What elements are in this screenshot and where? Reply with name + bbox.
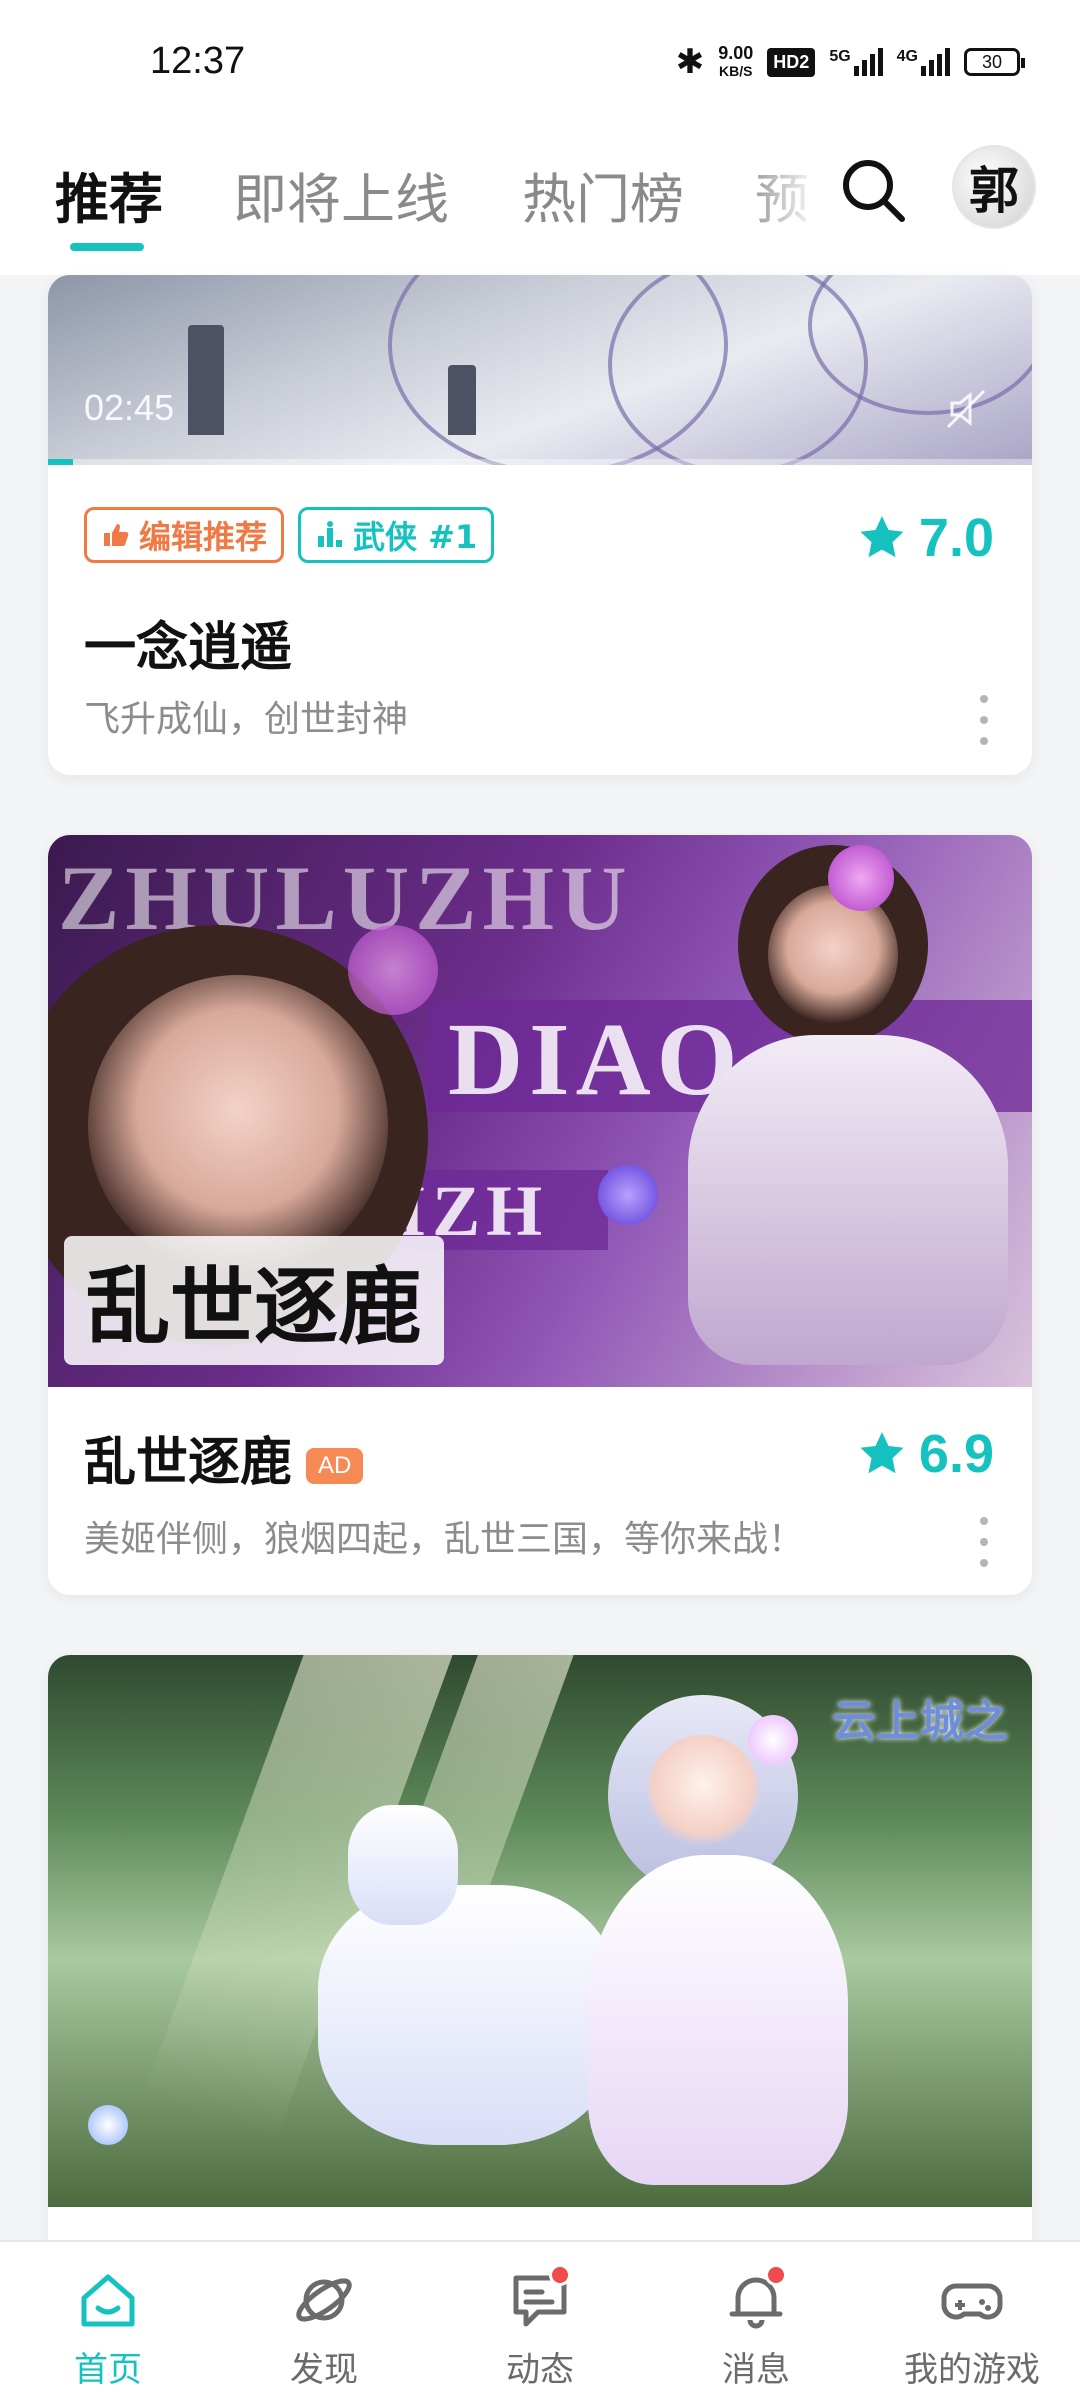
video-progress-bar[interactable] xyxy=(48,459,1032,465)
signal-4g-label: 4G xyxy=(896,48,918,65)
tag-list: 编辑推荐 武侠 #1 xyxy=(84,507,495,563)
banner-text-top: ZHULUZHU xyxy=(58,847,633,949)
game-rating: 6.9 xyxy=(857,1423,994,1485)
status-icons: ✱ 9.00 KB/S HD2 5G 4G 30 xyxy=(675,42,1025,82)
game-rating: 7.0 xyxy=(857,507,994,569)
gamepad-icon xyxy=(941,2283,1003,2320)
game-logo: 乱世逐鹿 xyxy=(64,1236,445,1365)
top-nav: 推荐 即将上线 热门榜 预 郭 xyxy=(0,135,1080,275)
nav-home-label: 首页 xyxy=(74,2350,142,2390)
game-banner[interactable]: 云上城之 xyxy=(48,1655,1032,2207)
game-title[interactable]: 乱世逐鹿 AD xyxy=(84,1420,364,1495)
notification-dot xyxy=(765,2264,787,2286)
bottom-nav: 首页 发现 动态 消息 我的游戏 xyxy=(0,2240,1080,2400)
game-banner[interactable]: ZHULUZHU DIAO LUANSHIZH 乱世逐鹿 xyxy=(48,835,1032,1387)
nav-messages-label: 消息 xyxy=(722,2350,790,2390)
video-progress-fill xyxy=(48,459,73,465)
game-logo: 云上城之 xyxy=(832,1696,1008,1747)
signal-5g-icon: 5G xyxy=(829,48,883,76)
game-video-thumbnail[interactable]: 02:45 xyxy=(48,275,1032,465)
more-options-button[interactable] xyxy=(974,1517,994,1567)
tag-editor-pick-label: 编辑推荐 xyxy=(139,518,268,556)
rating-value: 7.0 xyxy=(918,508,994,568)
game-description: 飞升成仙，创世封神 xyxy=(84,699,409,740)
tag-wuxia-rank-label: 武侠 #1 xyxy=(353,518,478,556)
active-tab-indicator xyxy=(70,243,144,251)
nav-feed-label: 动态 xyxy=(506,2350,574,2390)
game-description: 美姬伴侧，狼烟四起，乱世三国，等你来战！ xyxy=(84,1519,805,1560)
more-options-button[interactable] xyxy=(974,695,994,745)
search-icon xyxy=(843,160,905,222)
game-title[interactable]: 一念逍遥 xyxy=(84,605,292,680)
rating-value: 6.9 xyxy=(918,1424,994,1484)
tag-editor-pick[interactable]: 编辑推荐 xyxy=(84,507,285,563)
nav-discover[interactable]: 发现 xyxy=(216,2242,432,2400)
nav-discover-label: 发现 xyxy=(290,2350,358,2390)
star-icon xyxy=(860,516,904,558)
signal-5g-label: 5G xyxy=(829,48,851,65)
ad-badge: AD xyxy=(306,1448,364,1484)
game-card-yunshangcheng[interactable]: 云上城之 xyxy=(48,1655,1032,2295)
home-icon xyxy=(81,2274,135,2327)
nav-feed[interactable]: 动态 xyxy=(432,2242,648,2400)
nav-my-games[interactable]: 我的游戏 xyxy=(864,2242,1080,2400)
nav-home[interactable]: 首页 xyxy=(0,2242,216,2400)
star-icon xyxy=(860,1432,904,1474)
network-speed-unit: KB/S xyxy=(719,63,753,79)
signal-4g-icon: 4G xyxy=(897,48,950,76)
rank-icon xyxy=(318,521,343,547)
network-speed: 9.00 KB/S xyxy=(718,44,753,80)
game-title-text: 乱世逐鹿 xyxy=(84,1433,293,1493)
nav-my-games-label: 我的游戏 xyxy=(904,2350,1040,2390)
network-speed-value: 9.00 xyxy=(718,43,754,63)
tab-hot-list[interactable]: 热门榜 xyxy=(522,155,684,234)
video-duration: 02:45 xyxy=(84,387,175,428)
search-button[interactable] xyxy=(838,155,908,225)
tab-scroll-fade xyxy=(740,135,840,275)
status-bar: 12:37 ✱ 9.00 KB/S HD2 5G 4G 30 xyxy=(0,0,1080,135)
battery-icon: 30 xyxy=(964,48,1025,76)
status-time: 12:37 xyxy=(150,40,246,82)
notification-dot xyxy=(549,2264,571,2286)
planet-icon xyxy=(296,2278,352,2322)
tab-coming-soon[interactable]: 即将上线 xyxy=(233,155,449,234)
avatar[interactable]: 郭 xyxy=(952,145,1036,229)
nav-messages[interactable]: 消息 xyxy=(648,2242,864,2400)
game-card-luanshizhulu[interactable]: ZHULUZHU DIAO LUANSHIZH 乱世逐鹿 乱世逐鹿AD 6.9 … xyxy=(48,835,1032,1595)
game-card-yinianxiaoyao[interactable]: 02:45 编辑推荐 武侠 #1 7.0 一念逍遥 飞升成仙，创世封神 xyxy=(48,275,1032,775)
banner-text-mid: DIAO xyxy=(448,1002,744,1117)
thumbs-up-icon xyxy=(104,524,129,546)
tag-wuxia-rank[interactable]: 武侠 #1 xyxy=(298,507,495,563)
tab-recommend[interactable]: 推荐 xyxy=(55,155,163,234)
hd-voice-icon: HD2 xyxy=(767,47,816,77)
mute-icon[interactable] xyxy=(944,387,988,431)
bluetooth-icon: ✱ xyxy=(675,43,705,81)
